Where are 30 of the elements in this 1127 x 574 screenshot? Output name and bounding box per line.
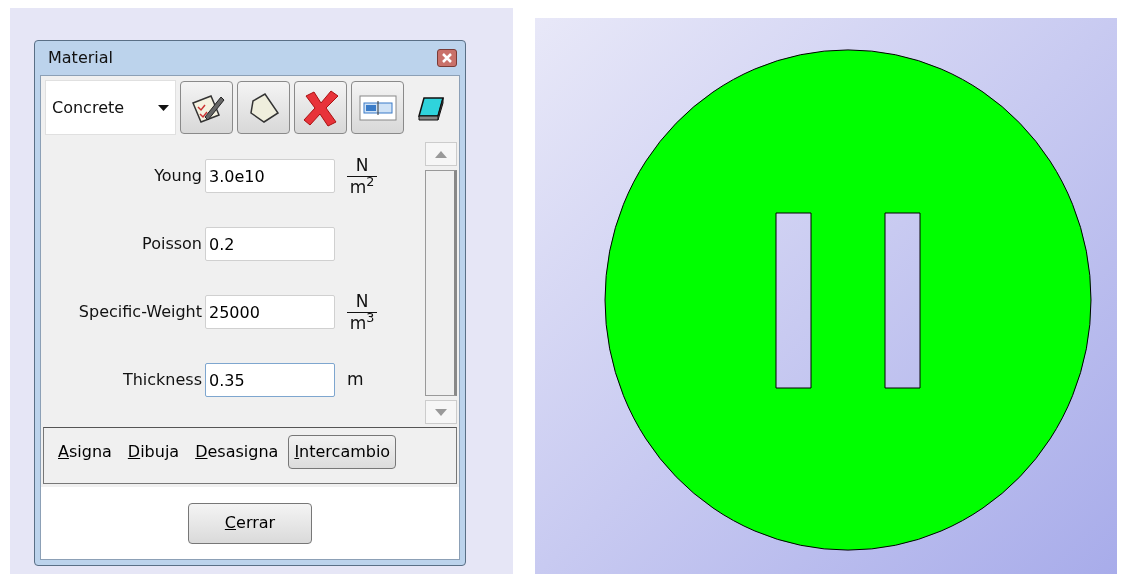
mode-tab[interactable]: Desasigna [189, 434, 285, 469]
input-field[interactable]: 0.35 [205, 363, 335, 397]
mode-tab[interactable]: Dibuja [121, 434, 186, 469]
scroll-down-icon[interactable] [435, 408, 447, 416]
unit-label: N [355, 155, 369, 176]
scrollbar[interactable] [425, 142, 457, 424]
blank-sheet-button[interactable] [237, 81, 290, 134]
field-label: Specific-Weight [77, 301, 203, 323]
pencil-paper-button[interactable] [180, 81, 233, 134]
unit-label: m [347, 368, 364, 392]
dropdown-arrow-icon [158, 104, 169, 111]
close-icon[interactable] [437, 49, 457, 67]
delete-button[interactable] [294, 81, 347, 134]
mode-tab[interactable]: Asigna [52, 434, 118, 469]
input-field[interactable]: 3.0e10 [205, 159, 335, 193]
field-label: Poisson [141, 233, 203, 255]
window-title: Material [48, 47, 113, 69]
unit-label: m$^{2}$ [349, 176, 375, 197]
field-label: Young [153, 165, 203, 187]
input-field[interactable]: 25000 [205, 295, 335, 329]
scroll-up-icon[interactable] [435, 150, 447, 158]
close-button[interactable]: Cerrar [188, 502, 312, 544]
mode-tab[interactable]: Intercambio [288, 434, 397, 469]
material-dropdown[interactable]: Concrete [45, 80, 176, 135]
unit-label: N [355, 291, 369, 312]
unit-label: m$^{3}$ [349, 312, 375, 333]
text-field-button[interactable] [351, 81, 404, 134]
field-label: Thickness [121, 369, 203, 391]
text-field-icon [358, 94, 397, 121]
input-field[interactable]: 0.2 [205, 227, 335, 261]
